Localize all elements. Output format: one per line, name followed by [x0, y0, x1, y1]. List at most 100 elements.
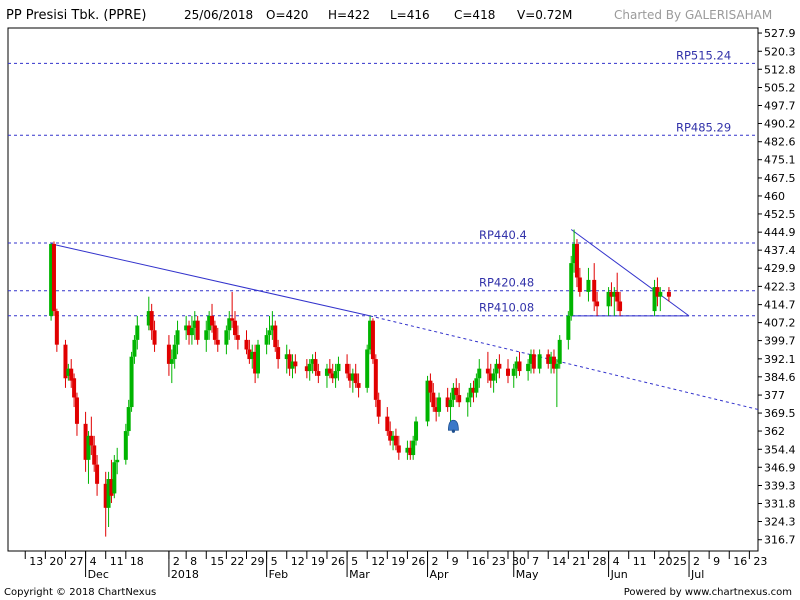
candle-body: [431, 392, 436, 408]
candle-body: [376, 399, 381, 417]
candle-body: [307, 363, 312, 372]
candle-body: [129, 356, 134, 408]
candle-body: [370, 320, 375, 360]
candle-body: [477, 368, 482, 379]
candle-body: [569, 263, 574, 316]
candle-body: [267, 330, 272, 336]
x-tick-label: 27: [69, 555, 83, 568]
candle-body: [92, 445, 97, 465]
candle-body: [526, 363, 531, 372]
x-tick-label: 16: [472, 555, 486, 568]
candle-body: [215, 339, 220, 345]
candle-body: [169, 359, 174, 364]
candle-body: [537, 354, 542, 369]
y-tick-label: 316.7: [764, 534, 796, 547]
candle-body: [365, 349, 370, 388]
candle-body: [474, 378, 479, 393]
copyright-text: Copyright © 2018 ChartNexus: [4, 587, 157, 598]
x-tick-label: 11: [110, 555, 124, 568]
candle-body: [586, 279, 591, 292]
candle-body: [373, 359, 378, 400]
month-label: Dec: [88, 568, 109, 581]
candle-body: [210, 315, 215, 326]
x-tick-label: 4: [613, 555, 620, 568]
price-level-label: RP440.4: [479, 228, 527, 242]
x-tick-label: 5: [351, 555, 358, 568]
month-label: Apr: [430, 568, 450, 581]
candle-body: [554, 363, 559, 369]
candle-body: [273, 325, 278, 348]
candle-body: [448, 399, 453, 408]
y-tick-label: 520.3: [764, 45, 796, 58]
candle-body: [356, 383, 361, 388]
candlestick-chart[interactable]: 527.9 520.3 512.8 505.2 497.7 490.2 482.6 475.1…: [0, 0, 800, 600]
candle-body: [126, 407, 131, 432]
candle-body: [276, 347, 281, 360]
candle-body: [327, 368, 332, 374]
y-tick-label: 460: [764, 190, 785, 203]
month-label: May: [516, 568, 539, 581]
y-tick-label: 429.9: [764, 262, 796, 275]
candle-body: [491, 373, 496, 381]
candle-body: [485, 368, 490, 374]
x-tick-label: 9: [452, 555, 459, 568]
candle-body: [235, 335, 240, 340]
candle-body: [437, 397, 442, 412]
y-tick-label: 369.5: [764, 407, 796, 420]
x-tick-label: 26: [411, 555, 425, 568]
candle-body: [411, 440, 416, 456]
x-tick-label: 14: [552, 555, 566, 568]
x-tick-label: 16: [733, 555, 747, 568]
candle-body: [212, 325, 217, 340]
candle-body: [189, 327, 194, 336]
y-tick-label: 444.9: [764, 226, 796, 239]
candle-body: [497, 363, 502, 369]
price-level-label: RP410.08: [479, 301, 534, 315]
candle-body: [195, 320, 200, 340]
powered-by-link[interactable]: Powered by www.chartnexus.com: [624, 587, 792, 598]
x-tick-label: 26: [331, 555, 345, 568]
candle-body: [224, 330, 229, 345]
y-tick-label: 452.5: [764, 208, 796, 221]
candle-body: [618, 301, 623, 312]
candle-body: [74, 397, 79, 424]
x-tick-label: 5: [271, 555, 278, 568]
y-tick-label: 362: [764, 425, 785, 438]
x-tick-label: 19: [311, 555, 325, 568]
candle-body: [293, 361, 298, 367]
candle-body: [615, 291, 620, 302]
x-tick-label: 22: [230, 555, 244, 568]
price-level-label: RP420.48: [479, 276, 534, 290]
y-tick-label: 475.1: [764, 154, 796, 167]
candle-body: [592, 279, 597, 302]
x-tick-label: 9: [713, 555, 720, 568]
x-tick-label: 25: [673, 555, 687, 568]
candle-body: [414, 421, 419, 441]
candle-body: [115, 459, 120, 463]
x-tick-label: 23: [753, 555, 767, 568]
candle-body: [172, 344, 177, 360]
x-tick-label: 12: [291, 555, 305, 568]
candle-body: [204, 330, 209, 340]
x-tick-label: 11: [633, 555, 647, 568]
y-tick-label: 482.6: [764, 136, 796, 149]
candle-body: [244, 339, 249, 350]
candle-body: [233, 320, 238, 336]
candle-body: [557, 339, 562, 364]
candle-body: [230, 318, 235, 321]
candle-body: [123, 431, 128, 460]
x-tick-label: 2: [173, 555, 180, 568]
month-label: Jul: [690, 568, 704, 581]
candle-body: [517, 361, 522, 372]
candle-body: [454, 387, 459, 396]
y-tick-label: 467.5: [764, 172, 796, 185]
candle-body: [566, 315, 571, 340]
candle-body: [149, 311, 154, 331]
x-tick-label: 7: [532, 555, 539, 568]
y-tick-label: 354.4: [764, 443, 796, 456]
candle-body: [95, 464, 100, 484]
x-tick-label: 29: [251, 555, 265, 568]
plot-frame: [7, 27, 759, 552]
x-tick-label: 23: [492, 555, 506, 568]
candle-body: [152, 330, 157, 345]
